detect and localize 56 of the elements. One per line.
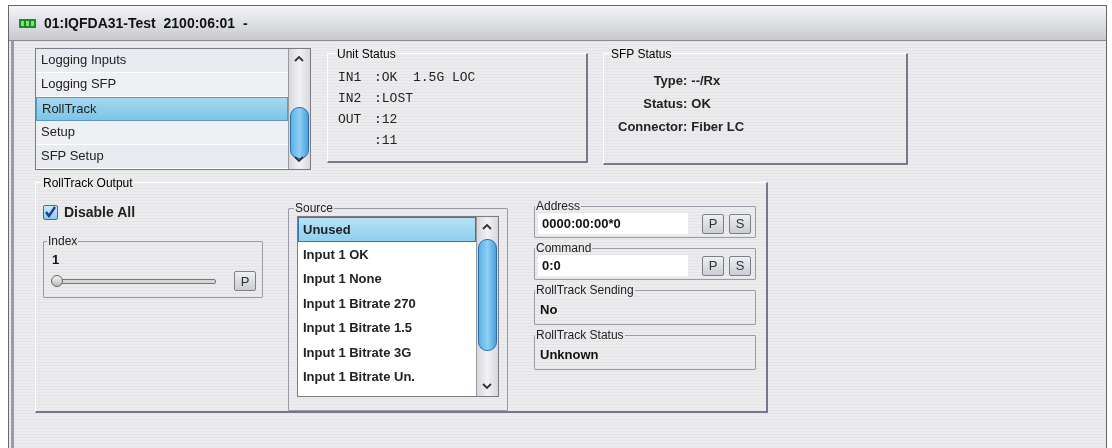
menu-item[interactable]: RollTrack (36, 97, 288, 121)
checkbox-label: Disable All (64, 204, 136, 220)
s-button[interactable]: S (729, 213, 751, 234)
group-label: Command (535, 241, 593, 255)
scrollbar[interactable] (288, 49, 310, 169)
menu-item[interactable]: SFP Setup (36, 145, 288, 169)
group-label: Source (294, 201, 335, 215)
source-item[interactable]: Input 1 Bitrate 270 (298, 290, 476, 315)
scroll-thumb[interactable] (290, 107, 309, 159)
menu-item[interactable]: Logging Inputs (36, 49, 288, 73)
scroll-up-icon[interactable] (482, 223, 492, 231)
group-label: RollTrack Status (535, 328, 625, 342)
address-field[interactable]: 0000:00:00*0 (538, 213, 688, 234)
source-item[interactable]: Input 1 Bitrate Un. (298, 364, 476, 389)
group-label: Address (535, 199, 582, 213)
p-button[interactable]: P (702, 255, 724, 276)
sending-value: No (539, 301, 559, 319)
scroll-down-icon[interactable] (294, 155, 304, 163)
status-label: IN1 (338, 70, 363, 85)
group-label: RollTrack Sending (535, 283, 635, 297)
source-item[interactable]: Unused (298, 217, 476, 242)
status-value: Fiber LC (691, 119, 745, 134)
status-label: Status: (642, 96, 688, 111)
group-label: Index (47, 234, 79, 248)
status-value: --/Rx (691, 73, 722, 88)
source-item[interactable]: Input 1 Bitrate 1.5 (298, 315, 476, 340)
command-field[interactable]: 0:0 (538, 255, 688, 276)
source-item[interactable]: Input 1 None (298, 266, 476, 291)
status-label: Connector: (618, 119, 688, 134)
app-icon (19, 17, 36, 29)
window-title: 01:IQFDA31-Test 2100:06:01 - (44, 15, 248, 31)
check-icon (44, 205, 57, 219)
status-value: OK (691, 96, 712, 111)
index-value: 1 (52, 252, 61, 267)
p-button[interactable]: P (702, 213, 724, 234)
status-value: Unknown (539, 346, 600, 364)
source-item[interactable]: Input 1 Bitrate 3G (298, 339, 476, 364)
s-button[interactable]: S (729, 255, 751, 276)
scroll-down-icon[interactable] (482, 382, 492, 390)
status-label: OUT (338, 112, 363, 127)
checkbox[interactable] (43, 204, 58, 220)
scrollbar[interactable] (476, 217, 498, 396)
source-item[interactable]: Input 1 OK (298, 241, 476, 266)
status-label: IN2 (338, 91, 363, 106)
status-value: :OK 1.5G LOC (374, 70, 477, 85)
status-label: Type: (652, 73, 688, 88)
panel-title: SFP Status (610, 47, 673, 61)
p-button[interactable]: P (234, 271, 256, 291)
panel-title: Unit Status (336, 47, 397, 61)
status-value: :11 (374, 133, 399, 148)
status-value: :LOST (374, 91, 414, 106)
slider-thumb[interactable] (51, 274, 63, 287)
scroll-up-icon[interactable] (294, 55, 304, 63)
status-value: :12 (374, 112, 399, 127)
scroll-thumb[interactable] (478, 239, 497, 351)
panel-title: RollTrack Output (42, 176, 134, 190)
